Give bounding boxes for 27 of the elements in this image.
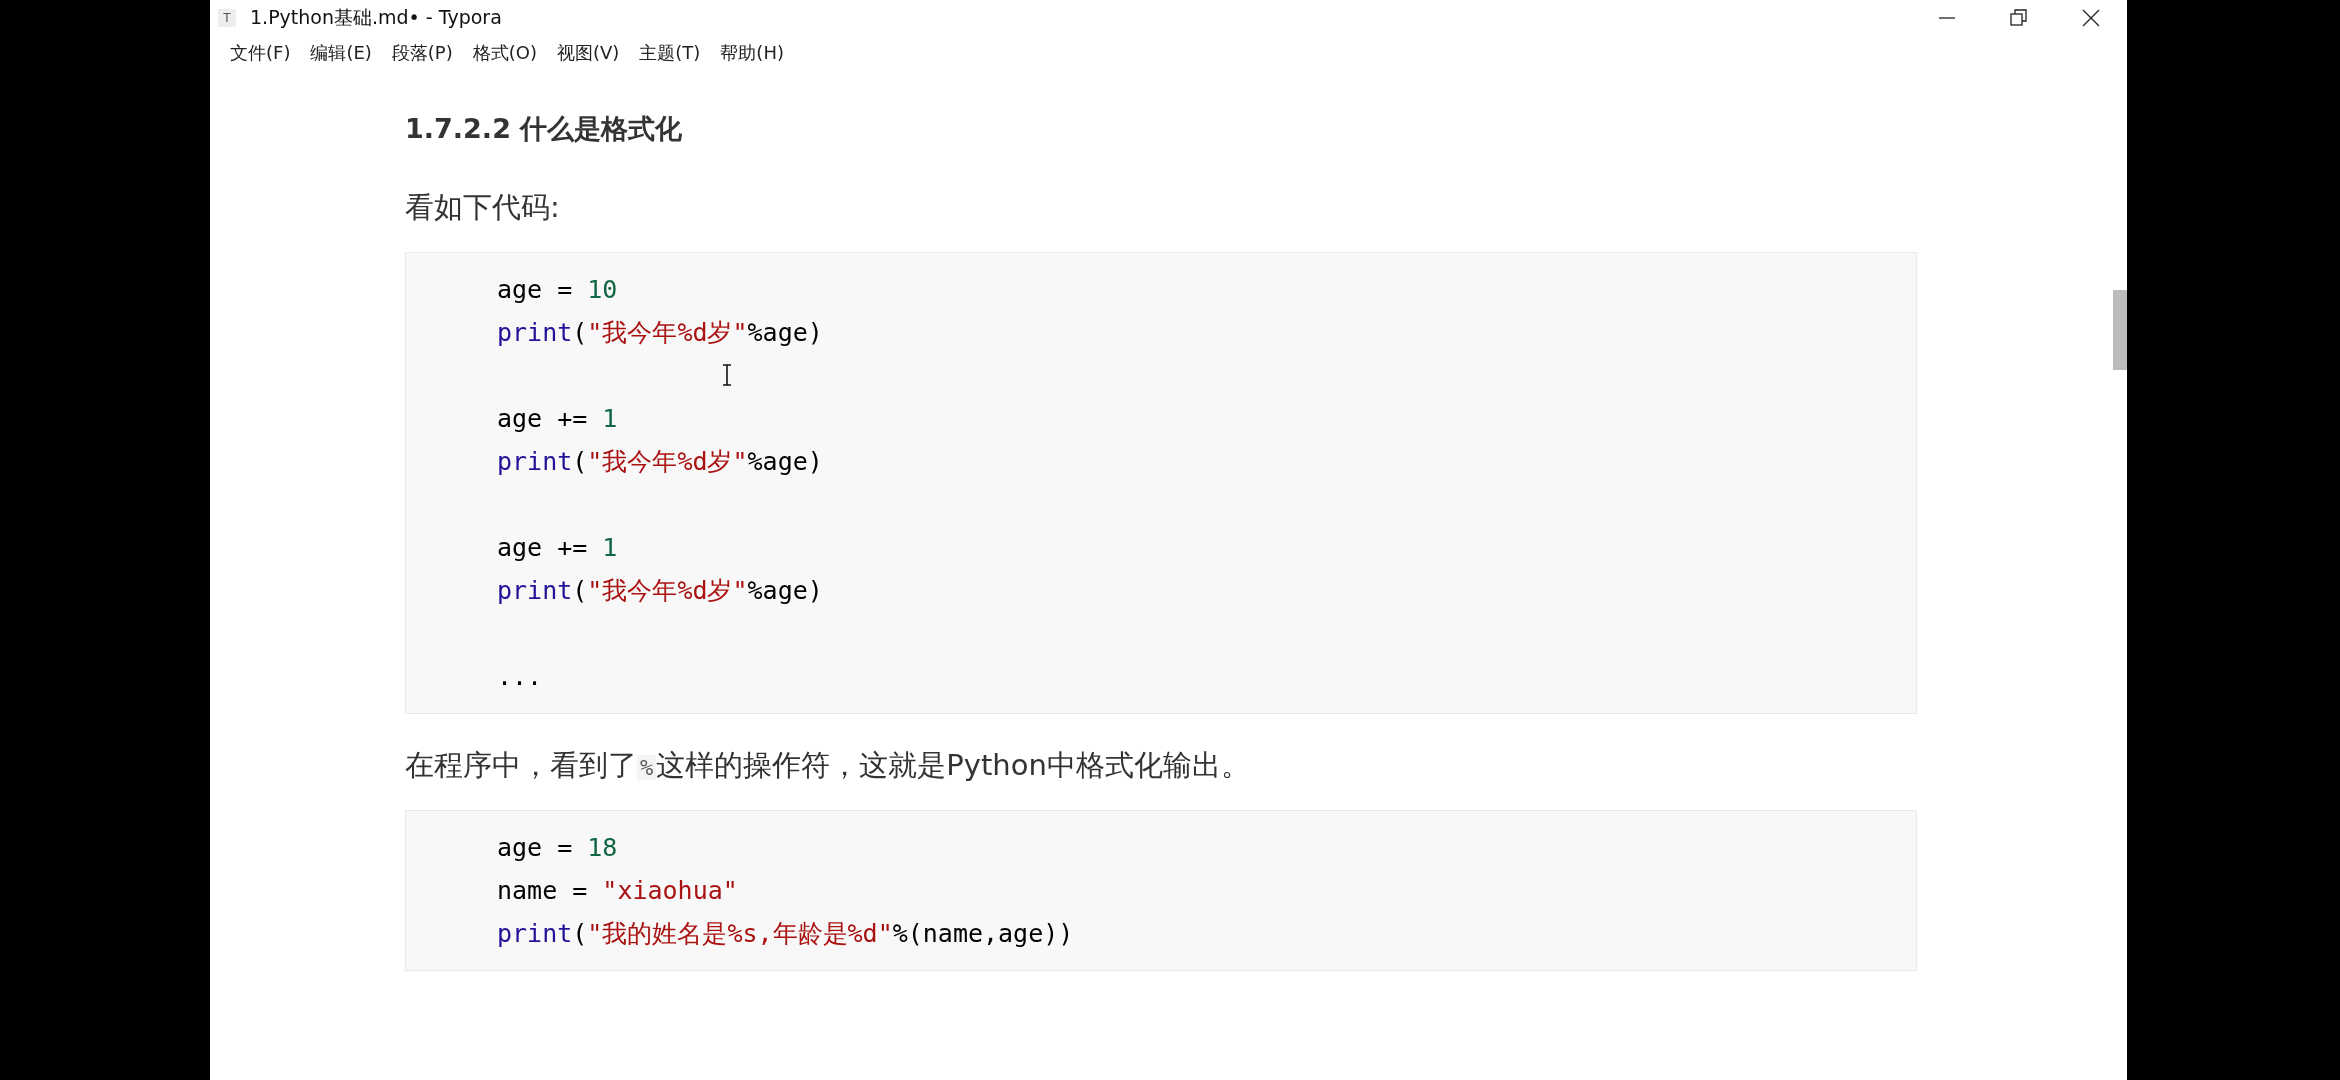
close-icon — [2082, 9, 2100, 27]
code-line: age = 18 — [497, 832, 618, 864]
code-line: print("我今年%d岁"%age) — [497, 446, 823, 478]
menu-item[interactable]: 视图(V) — [546, 41, 630, 65]
code-line: age = 10 — [497, 274, 618, 306]
app-icon: T — [218, 9, 236, 27]
code-line: age += 1 — [497, 532, 618, 564]
code-line: name = "xiaohua" — [497, 875, 738, 907]
window-title: 1.Python基础.md• - Typora — [250, 5, 502, 30]
menu-item[interactable]: 段落(P) — [381, 41, 463, 65]
restore-icon — [2010, 9, 2028, 27]
scrollbar-thumb[interactable] — [2113, 290, 2127, 370]
menu-item[interactable]: 格式(O) — [462, 41, 547, 65]
menu-item[interactable]: 编辑(E) — [300, 41, 382, 65]
code-line: age += 1 — [497, 403, 618, 435]
paragraph: 看如下代码: — [405, 189, 561, 226]
code-line: print("我今年%d岁"%age) — [497, 575, 823, 607]
text-cursor-icon — [722, 364, 732, 386]
menu-item[interactable]: 帮助(H) — [710, 41, 794, 65]
code-line: ... — [497, 661, 543, 693]
paragraph: 在程序中，看到了%这样的操作符，这就是Python中格式化输出。 — [405, 747, 1251, 784]
section-heading: 1.7.2.2 什么是格式化 — [405, 112, 684, 146]
menu-item[interactable]: 主题(T) — [629, 41, 711, 65]
code-line: print("我的姓名是%s,年龄是%d"%(name,age)) — [497, 918, 1074, 950]
menu-item[interactable]: 文件(F) — [220, 41, 301, 65]
minimize-icon — [1938, 17, 1956, 19]
code-line: print("我今年%d岁"%age) — [497, 317, 823, 349]
